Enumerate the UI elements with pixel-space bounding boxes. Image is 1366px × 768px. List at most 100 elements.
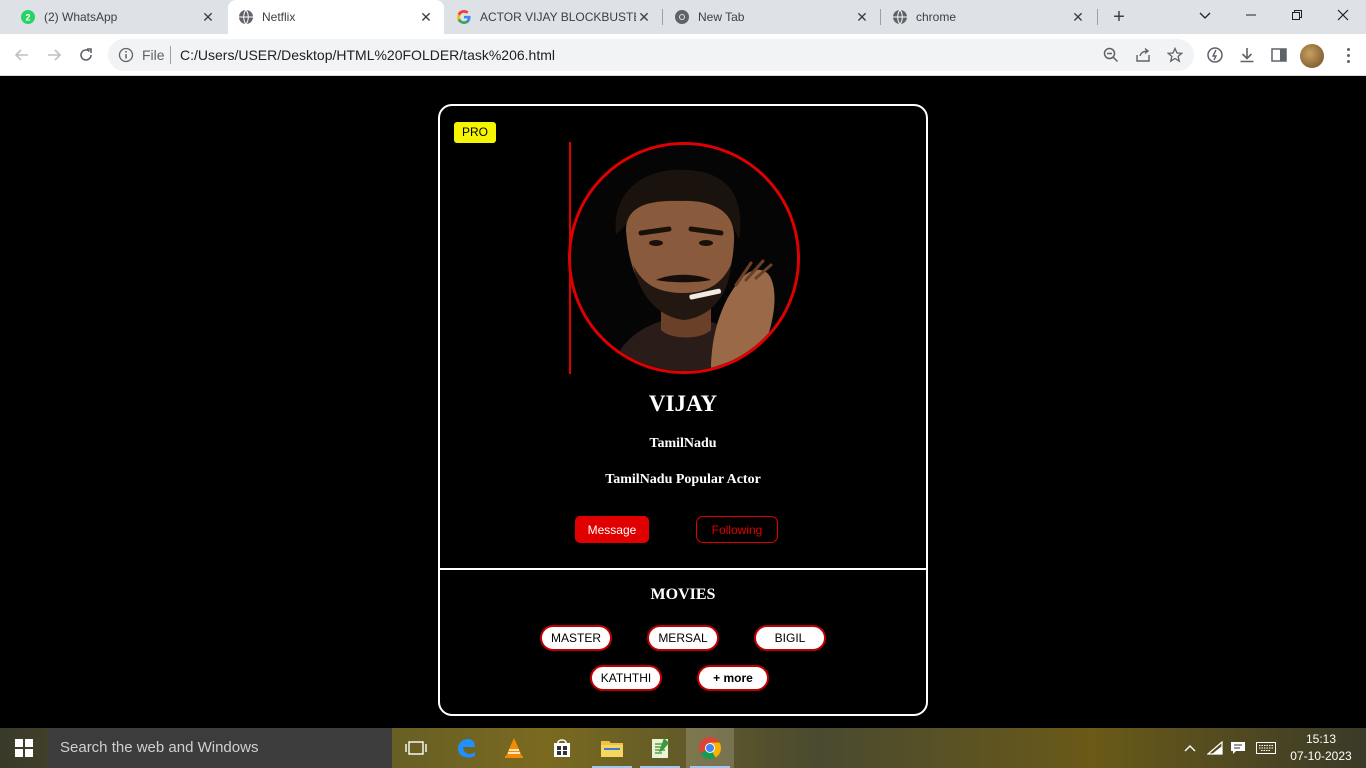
share-button[interactable]	[1133, 45, 1153, 65]
task-view-button[interactable]	[392, 728, 440, 768]
movie-tag-kaththi[interactable]: KATHTHI	[590, 665, 662, 691]
message-button[interactable]: Message	[575, 516, 649, 543]
movies-heading: MOVIES	[650, 586, 716, 603]
reload-button[interactable]	[74, 43, 98, 67]
vlc-app[interactable]	[490, 728, 538, 768]
tab-separator	[1097, 9, 1098, 25]
restore-icon	[1292, 10, 1302, 20]
taskbar-clock[interactable]: 15:13 07-10-2023	[1286, 731, 1356, 765]
globe-icon	[892, 9, 908, 25]
actor-name: VIJAY	[648, 391, 718, 416]
notifications-button[interactable]	[1228, 728, 1248, 768]
chevron-up-icon	[1184, 745, 1196, 752]
zoom-button[interactable]	[1101, 45, 1121, 65]
globe-icon	[238, 9, 254, 25]
tab-title: New Tab	[698, 10, 745, 24]
show-hidden-icons-button[interactable]	[1180, 728, 1200, 768]
message-icon	[1231, 742, 1245, 754]
tab-netflix[interactable]: Netflix ✕	[228, 0, 444, 34]
zoom-out-icon	[1103, 47, 1119, 63]
tab-chrome[interactable]: chrome ✕	[882, 0, 1096, 34]
back-button[interactable]	[10, 43, 34, 67]
movie-tag-master[interactable]: MASTER	[540, 625, 612, 651]
close-icon[interactable]: ✕	[1070, 9, 1086, 25]
notepad-icon	[652, 738, 669, 758]
notepad-app[interactable]	[636, 728, 684, 768]
actor-description: TamilNadu Popular Actor	[605, 472, 761, 487]
store-icon	[554, 739, 570, 757]
chevron-down-icon	[1199, 12, 1211, 19]
actor-portrait	[571, 145, 797, 371]
google-icon	[456, 9, 472, 25]
movie-tag-mersal[interactable]: MERSAL	[647, 625, 719, 651]
url-text[interactable]: C:/Users/USER/Desktop/HTML%20FOLDER/task…	[180, 47, 555, 63]
file-explorer-app[interactable]	[588, 728, 636, 768]
chrome-app[interactable]	[686, 728, 734, 768]
close-icon[interactable]: ✕	[854, 9, 870, 25]
menu-icon[interactable]	[1338, 45, 1358, 65]
minimize-button[interactable]	[1228, 0, 1274, 30]
tab-new-tab[interactable]: New Tab ✕	[664, 0, 880, 34]
reload-icon	[80, 48, 92, 61]
downloads-button[interactable]	[1237, 45, 1257, 65]
tab-title: Netflix	[262, 10, 296, 24]
download-icon	[1240, 48, 1254, 63]
extension-button[interactable]	[1205, 45, 1225, 65]
more-movies-button[interactable]: + more	[697, 665, 769, 691]
new-tab-button[interactable]: +	[1108, 6, 1130, 28]
start-button[interactable]	[0, 728, 48, 768]
side-panel-icon	[1271, 48, 1287, 62]
tab-search-button[interactable]	[1182, 0, 1228, 30]
minimize-icon	[1246, 14, 1256, 16]
close-icon[interactable]: ✕	[636, 9, 652, 25]
tab-google-search[interactable]: ACTOR VIJAY BLOCKBUSTER ✕	[446, 0, 662, 34]
tab-separator	[662, 9, 663, 25]
tab-separator	[880, 9, 881, 25]
arrow-right-icon	[48, 49, 62, 61]
edge-app[interactable]	[442, 728, 490, 768]
windows-taskbar: Search the web and Windows 15:13 07-10-2…	[0, 728, 1366, 768]
profile-card: PRO VIJAY TamilNadu TamilNadu Popular Ac…	[438, 104, 928, 716]
close-icon[interactable]: ✕	[418, 9, 434, 25]
network-button[interactable]	[1205, 728, 1225, 768]
actor-location: TamilNadu	[649, 436, 717, 451]
address-bar[interactable]: File C:/Users/USER/Desktop/HTML%20FOLDER…	[108, 39, 1194, 71]
keyboard-button[interactable]	[1254, 728, 1278, 768]
clock-date: 07-10-2023	[1290, 749, 1352, 763]
side-panel-button[interactable]	[1269, 45, 1289, 65]
edge-icon	[458, 739, 475, 758]
keyboard-icon	[1256, 742, 1276, 754]
close-icon[interactable]: ✕	[200, 9, 216, 25]
clock-time: 15:13	[1305, 732, 1337, 746]
chrome-icon	[674, 9, 690, 25]
profile-avatar[interactable]	[1300, 44, 1324, 68]
store-app[interactable]	[538, 728, 586, 768]
tab-whatsapp[interactable]: 2 (2) WhatsApp ✕	[0, 0, 226, 34]
profile-photo	[568, 142, 800, 374]
tab-strip: 2 (2) WhatsApp ✕ Netflix ✕ ACTOR VIJAY B…	[0, 0, 1366, 34]
star-icon	[1167, 47, 1183, 63]
wifi-icon	[1207, 741, 1223, 755]
browser-toolbar: File C:/Users/USER/Desktop/HTML%20FOLDER…	[0, 34, 1366, 76]
performance-icon	[1207, 47, 1223, 63]
tab-title: ACTOR VIJAY BLOCKBUSTER	[480, 10, 636, 24]
close-icon	[1337, 9, 1349, 21]
folder-icon	[601, 741, 623, 757]
chrome-icon	[699, 737, 721, 759]
windows-logo-icon	[15, 739, 33, 757]
tab-title: chrome	[916, 10, 957, 24]
bookmark-button[interactable]	[1165, 45, 1185, 65]
close-window-button[interactable]	[1320, 0, 1366, 30]
info-icon[interactable]	[118, 47, 134, 63]
following-button[interactable]: Following	[696, 516, 778, 543]
share-icon	[1136, 47, 1150, 62]
taskbar-search[interactable]: Search the web and Windows	[48, 728, 392, 768]
scheme-label: File	[142, 47, 165, 63]
movie-tag-bigil[interactable]: BIGIL	[754, 625, 826, 651]
address-divider	[170, 46, 171, 64]
svg-text:2: 2	[25, 13, 30, 23]
restore-button[interactable]	[1274, 0, 1320, 30]
whatsapp-icon: 2	[20, 9, 36, 25]
pro-badge: PRO	[454, 122, 496, 143]
forward-button[interactable]	[42, 43, 66, 67]
